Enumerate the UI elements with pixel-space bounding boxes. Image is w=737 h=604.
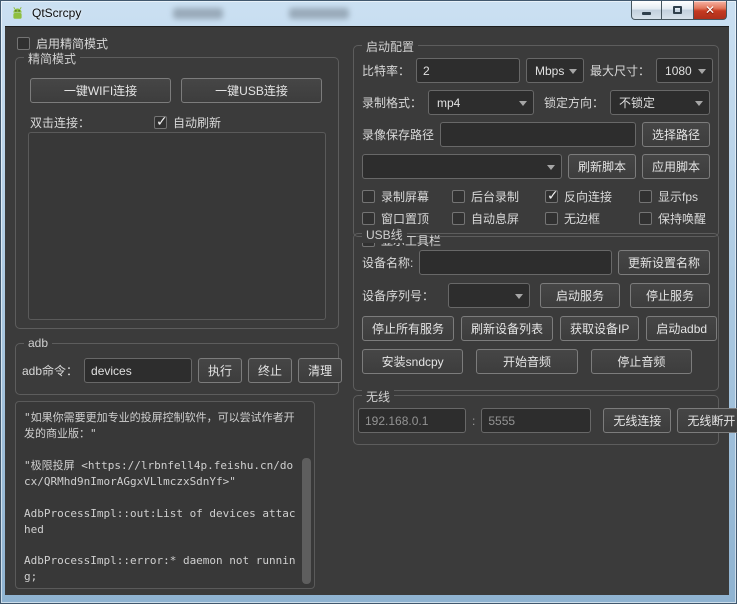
max-size-combo[interactable]: 1080 [656, 58, 713, 83]
serial-label: 设备序列号： [362, 289, 435, 303]
simple-mode-group: 精简模式 一键WIFI连接 一键USB连接 双击连接： 自动刷新 [15, 50, 339, 329]
max-size-label: 最大尺寸： [590, 64, 651, 78]
checkbox-box [545, 187, 559, 204]
clear-button[interactable]: 清理 [298, 358, 343, 383]
wireless-disconnect-button[interactable]: 无线断开 [677, 408, 737, 433]
stop-all-services-button[interactable]: 停止所有服务 [362, 316, 455, 341]
stop-audio-button[interactable]: 停止音频 [590, 349, 692, 374]
record-path-input[interactable] [440, 122, 636, 147]
log-text: "如果你需要更加专业的投屏控制软件，可以尝试作者开发的商业版：" "极限投屏 <… [24, 411, 296, 588]
checkbox-box [452, 190, 465, 203]
one-key-usb-button[interactable]: 一键USB连接 [181, 78, 322, 103]
refresh-device-list-button[interactable]: 刷新设备列表 [461, 316, 554, 341]
minimize-button[interactable] [631, 1, 662, 20]
execute-button[interactable]: 执行 [198, 358, 243, 383]
checkbox-box [639, 190, 652, 203]
group-title: 精简模式 [24, 50, 81, 67]
serial-combo[interactable] [448, 283, 531, 308]
checkbox-box [545, 212, 558, 225]
stop-service-button[interactable]: 停止服务 [630, 283, 711, 308]
apply-script-button[interactable]: 应用脚本 [641, 154, 710, 179]
get-device-ip-button[interactable]: 获取设备IP [560, 316, 640, 341]
auto-refresh-checkbox[interactable]: 自动刷新 [154, 113, 222, 131]
terminate-button[interactable]: 终止 [248, 358, 293, 383]
close-icon: ✕ [704, 3, 716, 17]
frameless-checkbox[interactable]: 无边框 [545, 210, 639, 227]
launch-config-group: 启动配置 比特率： Mbps 最大尺寸： 1080 录制格式： mp [353, 38, 719, 248]
adb-group: adb adb命令： 执行 终止 清理 [15, 336, 343, 395]
caption-buttons: ✕ [631, 1, 727, 20]
maximize-icon [673, 6, 682, 14]
bitrate-label: 比特率： [362, 64, 411, 78]
auto-screen-off-checkbox[interactable]: 自动息屏 [452, 210, 545, 227]
adb-command-label: adb命令： [22, 364, 79, 378]
checkbox-box [452, 212, 465, 225]
minimize-icon [642, 12, 651, 15]
group-title: adb [24, 336, 53, 350]
log-scrollbar-thumb[interactable] [302, 458, 311, 584]
checkbox-box [362, 212, 375, 225]
adb-command-input[interactable] [84, 358, 193, 383]
android-app-icon [13, 7, 22, 19]
app-window: QtScrcpy ✕ 启用精简模式 精简模式 一键WIFI连接 一键USB连接 … [0, 0, 737, 604]
redacted-text [289, 8, 349, 19]
device-name-input[interactable] [419, 250, 612, 275]
script-combo[interactable] [362, 154, 562, 179]
bitrate-input[interactable] [416, 58, 521, 83]
device-list[interactable] [28, 132, 326, 320]
group-title: 启动配置 [362, 38, 419, 55]
wireless-port-input[interactable] [481, 408, 592, 433]
group-title: 无线 [362, 388, 395, 405]
close-button[interactable]: ✕ [693, 1, 727, 20]
background-record-checkbox[interactable]: 后台录制 [452, 188, 545, 205]
always-on-top-checkbox[interactable]: 窗口置顶 [362, 210, 452, 227]
checkbox-box [362, 190, 375, 203]
start-adbd-button[interactable]: 启动adbd [646, 316, 718, 341]
wireless-group: 无线 : 无线连接 无线断开 [353, 388, 737, 445]
checkbox-box [154, 113, 168, 130]
update-name-button[interactable]: 更新设置名称 [617, 250, 710, 275]
titlebar[interactable]: QtScrcpy ✕ [1, 1, 736, 26]
start-audio-button[interactable]: 开始音频 [476, 349, 578, 374]
show-fps-checkbox[interactable]: 显示fps [639, 188, 710, 205]
refresh-script-button[interactable]: 刷新脚本 [567, 154, 636, 179]
device-name-label: 设备名称: [362, 256, 414, 270]
start-service-button[interactable]: 启动服务 [540, 283, 621, 308]
double-click-connect-label: 双击连接： [30, 116, 91, 130]
window-title: QtScrcpy [32, 6, 82, 20]
redacted-text [173, 8, 223, 19]
group-title: USB线 [362, 226, 407, 243]
lock-orientation-combo[interactable]: 不锁定 [610, 90, 710, 115]
lock-orientation-label: 锁定方向： [544, 96, 605, 110]
record-path-label: 录像保存路径 [362, 128, 435, 142]
record-format-label: 录制格式： [362, 96, 423, 110]
one-key-wifi-button[interactable]: 一键WIFI连接 [30, 78, 171, 103]
install-sndcpy-button[interactable]: 安装sndcpy [362, 349, 464, 374]
bitrate-unit-combo[interactable]: Mbps [526, 58, 585, 83]
record-screen-checkbox[interactable]: 录制屏幕 [362, 188, 452, 205]
maximize-button[interactable] [662, 1, 693, 20]
keep-awake-checkbox[interactable]: 保持唤醒 [639, 210, 710, 227]
ip-port-separator: : [472, 413, 476, 428]
choose-path-button[interactable]: 选择路径 [641, 122, 710, 147]
wireless-connect-button[interactable]: 无线连接 [603, 408, 672, 433]
checkbox-label: 自动刷新 [173, 116, 222, 130]
reverse-connect-checkbox[interactable]: 反向连接 [545, 187, 639, 205]
adb-log-output[interactable]: "如果你需要更加专业的投屏控制软件，可以尝试作者开发的商业版：" "极限投屏 <… [15, 401, 315, 589]
wireless-ip-input[interactable] [358, 408, 466, 433]
main-content: 启用精简模式 精简模式 一键WIFI连接 一键USB连接 双击连接： 自动刷新 … [5, 26, 737, 595]
usb-group: USB线 设备名称: 更新设置名称 设备序列号： 启动服务 停止服务 停止所有服… [353, 226, 719, 391]
checkbox-box [17, 37, 30, 50]
checkbox-box [639, 212, 652, 225]
record-format-combo[interactable]: mp4 [428, 90, 535, 115]
